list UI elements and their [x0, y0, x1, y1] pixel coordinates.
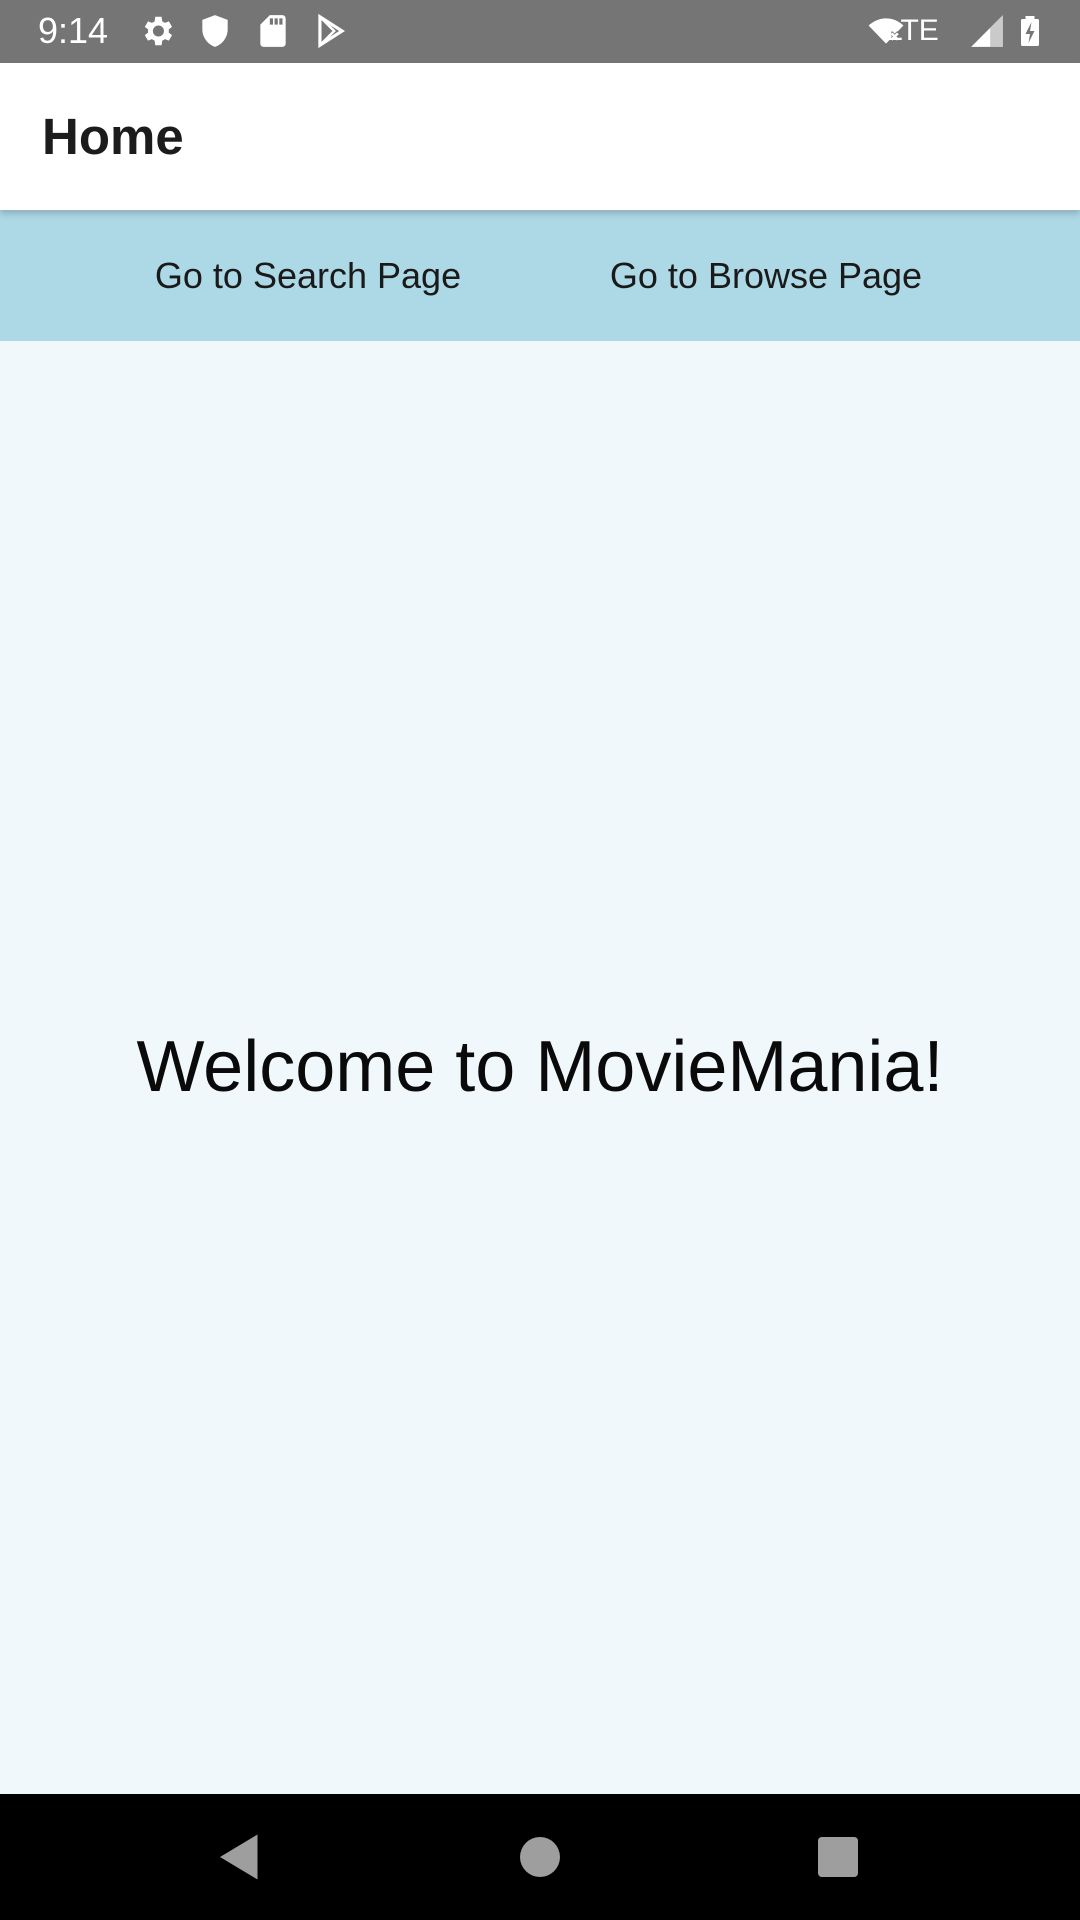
- sd-card-icon: [254, 12, 292, 50]
- status-time: 9:14: [38, 10, 109, 51]
- status-bar: 9:14 LTE: [0, 0, 1080, 63]
- gear-icon: [138, 12, 176, 50]
- page-title: Home: [42, 108, 184, 165]
- back-icon[interactable]: [210, 1827, 270, 1887]
- signal-icon: [968, 12, 1006, 50]
- go-to-browse-button[interactable]: Go to Browse Page: [594, 210, 938, 341]
- home-icon[interactable]: [510, 1827, 570, 1887]
- play-store-icon: [312, 12, 350, 50]
- go-to-search-button[interactable]: Go to Search Page: [140, 210, 476, 341]
- network-label: LTE: [886, 14, 939, 47]
- welcome-message: Welcome to MovieMania!: [136, 1027, 944, 1107]
- recents-icon[interactable]: [808, 1827, 868, 1887]
- shield-icon: [196, 12, 234, 50]
- navigation-row: Go to Search Page Go to Browse Page: [0, 210, 1080, 341]
- app-bar: Home: [0, 63, 1080, 210]
- battery-charging-icon: [1012, 12, 1048, 50]
- system-navigation-bar: [0, 1794, 1080, 1920]
- screen: 9:14 LTE Home Go to Search Page Go to Br…: [0, 0, 1080, 1920]
